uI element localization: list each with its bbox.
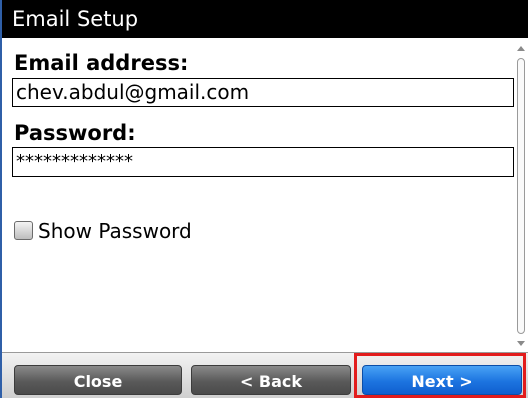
form-content: Email address: chev.abdul@gmail.com Pass… [2,38,528,352]
title-bar: Email Setup [2,0,528,38]
vertical-scrollbar[interactable] [516,38,526,352]
close-button[interactable]: Close [14,365,182,395]
show-password-checkbox[interactable] [14,221,33,240]
next-button-highlight [354,353,526,398]
show-password-label: Show Password [38,219,192,243]
scroll-down-icon[interactable] [517,341,525,346]
scroll-up-icon[interactable] [517,46,525,51]
scroll-track[interactable] [517,58,525,334]
window-title: Email Setup [12,7,139,31]
password-field[interactable]: ************* [12,147,514,177]
email-label: Email address: [14,51,189,75]
back-button[interactable]: < Back [191,365,351,395]
password-label: Password: [14,121,136,145]
email-field[interactable]: chev.abdul@gmail.com [12,78,514,107]
app-frame: Email Setup Email address: chev.abdul@gm… [0,0,528,398]
